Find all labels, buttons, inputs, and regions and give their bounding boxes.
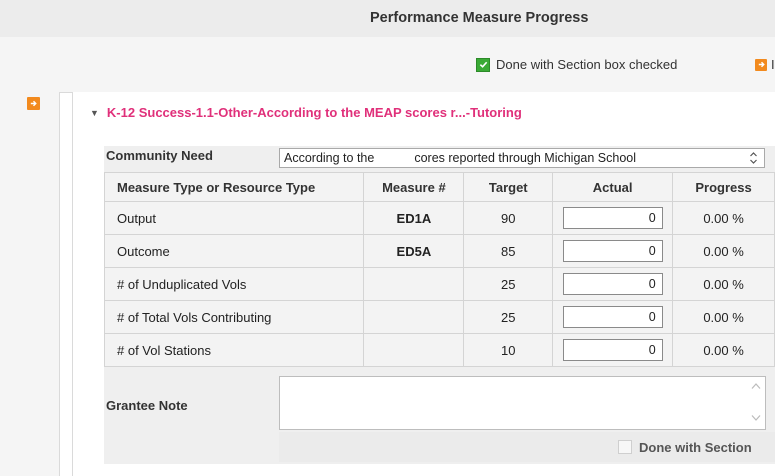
cell-actual: 0 xyxy=(552,234,674,268)
cell-target: 90 xyxy=(463,201,554,235)
cell-target: 10 xyxy=(463,333,554,367)
table-row: # of Vol Stations 10 0 0.00 % xyxy=(103,333,775,367)
cell-actual: 0 xyxy=(552,300,674,334)
done-section-label: Done with Section xyxy=(639,440,752,455)
legend-done-checked: Done with Section box checked xyxy=(476,57,677,72)
scroll-down-icon[interactable] xyxy=(751,414,761,422)
cell-progress: 0.00 % xyxy=(672,300,775,334)
page-title: Performance Measure Progress xyxy=(370,10,589,26)
actual-input[interactable]: 0 xyxy=(562,306,663,328)
cell-target: 25 xyxy=(463,267,554,301)
cell-target: 85 xyxy=(463,234,554,268)
col-header-measure: Measure # xyxy=(363,172,465,202)
actual-input[interactable]: 0 xyxy=(562,273,663,295)
cell-type: # of Unduplicated Vols xyxy=(103,267,365,301)
col-header-type: Measure Type or Resource Type xyxy=(103,172,365,202)
left-strip xyxy=(0,82,60,476)
section-title: K-12 Success-1.1-Other-According to the … xyxy=(106,105,522,120)
cell-type: # of Vol Stations xyxy=(103,333,365,367)
cell-progress: 0.00 % xyxy=(672,267,775,301)
col-header-progress: Progress xyxy=(672,172,775,202)
redacted-text xyxy=(374,151,415,166)
community-need-value-end: cores reported through Michigan School xyxy=(414,151,636,165)
actual-input[interactable]: 0 xyxy=(562,207,663,229)
cell-progress: 0.00 % xyxy=(672,201,775,235)
community-need-value-start: According to the xyxy=(284,151,375,165)
cell-progress: 0.00 % xyxy=(672,333,775,367)
page-header: Performance Measure Progress xyxy=(0,0,775,38)
cell-type: # of Total Vols Contributing xyxy=(103,300,365,334)
community-need-label: Community Need xyxy=(106,148,213,163)
cell-type: Outcome xyxy=(103,234,365,268)
table-row: Output ED1A 90 0 0.00 % xyxy=(103,201,775,235)
cell-measure: ED5A xyxy=(363,234,465,268)
table-row: Outcome ED5A 85 0 0.00 % xyxy=(103,234,775,268)
cell-actual: 0 xyxy=(552,201,674,235)
table-row: # of Unduplicated Vols 25 0 0.00 % xyxy=(103,267,775,301)
cell-type: Output xyxy=(103,201,365,235)
spinner-arrows-icon xyxy=(750,152,757,164)
scroll-up-icon[interactable] xyxy=(751,382,761,390)
legend-cut-item: I xyxy=(755,57,775,72)
cell-progress: 0.00 % xyxy=(672,234,775,268)
caret-down-icon[interactable]: ▼ xyxy=(90,108,99,118)
legend-cut-label: I xyxy=(771,57,775,72)
cell-measure xyxy=(363,267,465,301)
section-header[interactable]: ▼ K-12 Success-1.1-Other-According to th… xyxy=(90,105,522,120)
community-need-select[interactable]: According to the cores reported through M… xyxy=(279,148,765,168)
col-header-target: Target xyxy=(463,172,554,202)
cell-target: 25 xyxy=(463,300,554,334)
done-section-checkbox[interactable] xyxy=(618,440,632,454)
cell-actual: 0 xyxy=(552,267,674,301)
cell-actual: 0 xyxy=(552,333,674,367)
cell-measure: ED1A xyxy=(363,201,465,235)
legend-done-checked-label: Done with Section box checked xyxy=(496,57,678,72)
actual-input[interactable]: 0 xyxy=(562,240,663,262)
cell-measure xyxy=(363,300,465,334)
table-row: # of Total Vols Contributing 25 0 0.00 % xyxy=(103,300,775,334)
done-section-row: Done with Section xyxy=(279,432,775,462)
cell-measure xyxy=(363,333,465,367)
legend-bar: Done with Section box checked I xyxy=(0,37,775,82)
table-header-row: Measure Type or Resource Type Measure # … xyxy=(103,172,775,202)
arrow-right-icon xyxy=(755,58,767,71)
actual-input[interactable]: 0 xyxy=(562,339,663,361)
checkmark-icon xyxy=(476,57,490,72)
grantee-note-textarea[interactable] xyxy=(279,376,766,430)
measures-table: Measure Type or Resource Type Measure # … xyxy=(103,172,775,367)
grantee-note-label: Grantee Note xyxy=(106,398,188,413)
expand-arrow-icon[interactable] xyxy=(27,97,40,110)
col-header-actual: Actual xyxy=(552,172,674,202)
